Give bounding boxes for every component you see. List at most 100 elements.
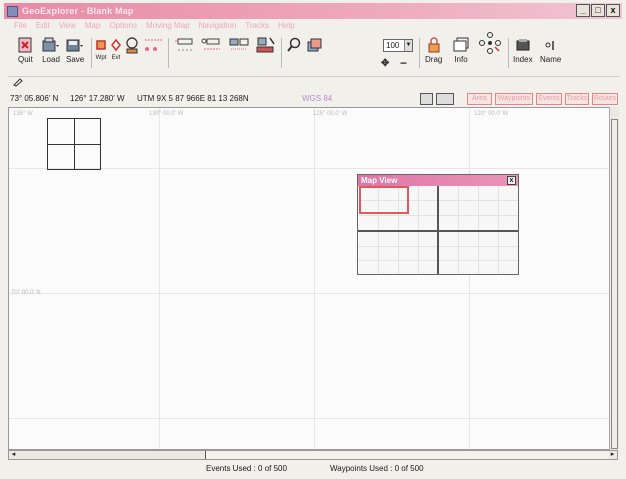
menu-map[interactable]: Map — [85, 21, 101, 33]
menu-view[interactable]: View — [59, 21, 76, 33]
find-button[interactable] — [286, 36, 302, 54]
route-tool-button[interactable] — [143, 36, 165, 54]
grid-tool-button[interactable] — [254, 36, 276, 54]
menu-tracks[interactable]: Tracks — [245, 21, 269, 33]
horizontal-scroll-thumb[interactable] — [205, 451, 609, 459]
menu-edit[interactable]: Edit — [36, 21, 50, 33]
track-icon — [174, 36, 196, 54]
datum-readout: WGS 84 — [302, 94, 333, 103]
grid-line — [9, 293, 617, 294]
line-tool-button[interactable] — [201, 36, 223, 54]
tab-routes[interactable]: Routes — [592, 93, 618, 105]
drag-button[interactable]: Drag — [425, 36, 442, 64]
pointer-icon[interactable] — [13, 78, 23, 89]
event-label: Evt — [111, 55, 121, 61]
map-overlay-toggle[interactable] — [436, 93, 454, 105]
minimize-button[interactable]: _ — [576, 4, 590, 17]
drag-label: Drag — [425, 55, 443, 64]
index-button[interactable]: Index — [513, 36, 533, 64]
name-label: Name — [540, 55, 562, 64]
line-icon — [201, 36, 223, 54]
route-icon — [143, 36, 165, 54]
menu-bar: File Edit View Map Options Moving Map Na… — [14, 21, 295, 33]
pan-arrows-icon — [478, 32, 502, 54]
magnifier-icon — [286, 36, 302, 54]
lock-icon — [427, 36, 441, 54]
map-view-selection-rect[interactable] — [359, 186, 409, 214]
map-coordinate-label: 120° 00.0' W — [474, 111, 509, 117]
layers-button[interactable] — [306, 36, 322, 54]
area-icon — [228, 36, 250, 54]
map-view-window[interactable]: Map View x — [357, 174, 519, 275]
vertical-scroll-thumb[interactable] — [611, 119, 618, 449]
scroll-right-arrow-icon[interactable]: ▸ — [608, 451, 617, 459]
save-label: Save — [66, 55, 85, 64]
vertical-scrollbar[interactable] — [609, 107, 619, 450]
map-coordinate-label: 70° 00.0' N — [11, 290, 41, 296]
circle-tool-button[interactable] — [125, 36, 139, 54]
name-icon — [543, 36, 559, 54]
map-coordinate-label: 130° 00.0' W — [149, 111, 184, 117]
waypoints-used-count: Waypoints Used : 0 of 500 — [330, 464, 424, 473]
application-window: GeoExplorer - Blank Map _ □ x File Edit … — [0, 0, 626, 479]
quit-icon — [18, 36, 32, 54]
menu-help[interactable]: Help — [278, 21, 294, 33]
toolbar-separator — [91, 38, 92, 68]
info-button[interactable]: Info — [452, 36, 470, 64]
toolbar-separator — [419, 38, 420, 68]
save-button[interactable]: Save — [66, 36, 84, 64]
menu-file[interactable]: File — [14, 21, 27, 33]
grid-line — [314, 108, 315, 449]
quit-label: Quit — [18, 55, 33, 64]
app-icon — [7, 5, 18, 17]
quit-button[interactable]: Quit — [18, 36, 33, 64]
waypoint-label: Wpt — [95, 55, 107, 61]
tab-tracks[interactable]: Tracks — [565, 93, 589, 105]
zoom-in-button[interactable]: ✥ — [381, 54, 389, 72]
waypoint-button[interactable]: Wpt — [95, 36, 107, 61]
tab-events[interactable]: Events — [536, 93, 562, 105]
map-view-title: Map View — [361, 176, 398, 185]
index-icon — [515, 36, 531, 54]
utm-readout: UTM 9X 5 87 966E 81 13 268N — [137, 94, 249, 103]
menu-moving-map[interactable]: Moving Map — [146, 21, 190, 33]
save-icon — [66, 36, 84, 54]
pan-button[interactable] — [478, 32, 502, 54]
maximize-button[interactable]: □ — [591, 4, 605, 17]
layers-icon — [306, 36, 322, 54]
track-tool-button[interactable] — [174, 36, 196, 54]
name-button[interactable]: Name — [540, 36, 561, 64]
menu-options[interactable]: Options — [109, 21, 137, 33]
overview-grid[interactable] — [47, 118, 101, 170]
zoom-value: 100 — [386, 41, 400, 50]
chevron-down-icon: ▼ — [404, 40, 412, 51]
minus-icon: − — [400, 56, 408, 70]
map-canvas[interactable]: 135° W 130° 00.0' W 125° 00.0' W 120° 00… — [8, 107, 618, 450]
map-view-divider — [358, 230, 518, 232]
area-tool-button[interactable] — [228, 36, 250, 54]
tab-waypoints[interactable]: Waypoints — [495, 93, 533, 105]
close-button[interactable]: x — [606, 4, 620, 17]
map-view-title-bar[interactable]: Map View x — [358, 175, 518, 186]
events-used-count: Events Used : 0 of 500 — [206, 464, 287, 473]
title-bar[interactable]: GeoExplorer - Blank Map _ □ x — [4, 3, 622, 19]
map-coordinate-label: 135° W — [13, 111, 33, 117]
map-grid-toggle[interactable] — [420, 93, 433, 105]
toolbar: Quit Load Save Wpt Evt 100 ▼ ✥ − Drag In… — [14, 32, 614, 72]
scroll-left-arrow-icon[interactable]: ◂ — [9, 451, 18, 459]
zoom-out-button[interactable]: − — [400, 54, 407, 72]
tab-area[interactable]: Area — [467, 93, 492, 105]
index-label: Index — [513, 55, 533, 64]
secondary-toolbar — [8, 76, 620, 88]
horizontal-scrollbar[interactable]: ◂ ▸ — [8, 450, 618, 460]
load-button[interactable]: Load — [42, 36, 60, 64]
grid-line — [159, 108, 160, 449]
map-view-close-button[interactable]: x — [507, 176, 516, 185]
map-view-body[interactable] — [358, 186, 518, 274]
toolbar-separator — [168, 38, 169, 68]
event-button[interactable]: Evt — [110, 36, 122, 61]
zoom-select[interactable]: 100 ▼ — [383, 39, 413, 52]
circle-icon — [125, 36, 139, 54]
grid-line — [9, 418, 617, 419]
menu-navigation[interactable]: Navigation — [199, 21, 237, 33]
